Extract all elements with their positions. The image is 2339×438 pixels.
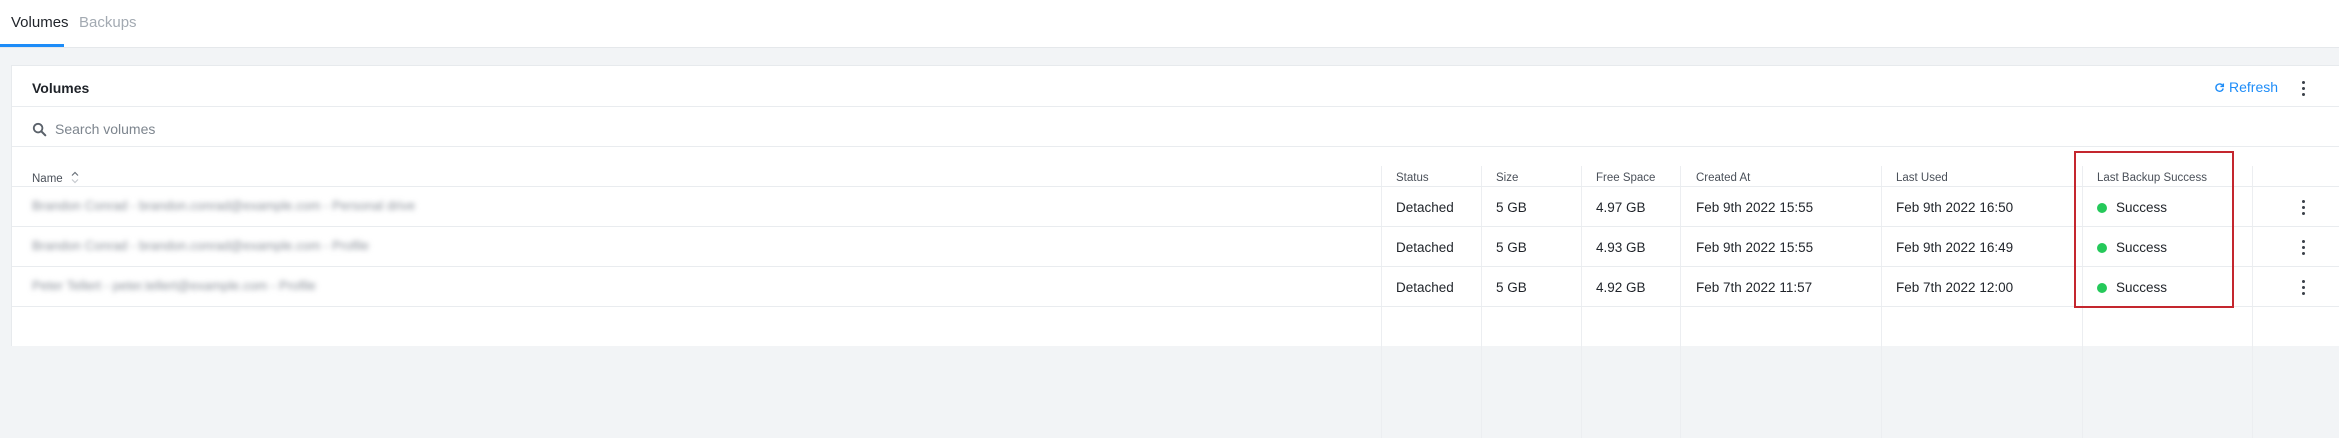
column-header-created-at[interactable]: Created At — [1696, 171, 1750, 185]
tab-backups[interactable]: Backups — [79, 14, 137, 32]
backup-status-label: Success — [2116, 280, 2168, 295]
volume-free-space: 4.97 GB — [1596, 200, 1646, 215]
volume-created-at: Feb 9th 2022 15:55 — [1696, 200, 1814, 215]
backup-status: Success — [2097, 280, 2167, 296]
more-vertical-icon — [2301, 239, 2305, 243]
volume-last-used: Feb 9th 2022 16:49 — [1896, 240, 2014, 255]
volume-name: Brandon Conrad - brandon.conrad@example.… — [32, 198, 416, 213]
volume-free-space: 4.92 GB — [1596, 280, 1646, 295]
backup-status: Success — [2097, 240, 2167, 256]
divider — [12, 106, 2339, 107]
column-header-name[interactable]: Name — [32, 171, 79, 186]
more-vertical-icon — [2301, 199, 2305, 203]
backup-status-label: Success — [2116, 240, 2168, 255]
volume-last-used: Feb 7th 2022 12:00 — [1896, 280, 2014, 295]
volume-created-at: Feb 9th 2022 15:55 — [1696, 240, 1814, 255]
column-header-last-used[interactable]: Last Used — [1896, 171, 1948, 185]
divider — [12, 306, 2339, 307]
more-vertical-icon — [2301, 80, 2305, 84]
search-input[interactable] — [55, 121, 455, 137]
volume-free-space: 4.93 GB — [1596, 240, 1646, 255]
active-tab-indicator — [0, 44, 64, 47]
more-vertical-icon — [2301, 279, 2305, 283]
panel-title: Volumes — [32, 80, 90, 96]
volume-name: Brandon Conrad - brandon.conrad@example.… — [32, 238, 369, 253]
volumes-panel: Volumes Refresh Name Status Size Free Sp — [11, 65, 2339, 438]
sort-icon[interactable] — [71, 171, 79, 184]
row-menu-button[interactable] — [2295, 237, 2311, 257]
success-status-dot — [2097, 283, 2107, 293]
success-status-dot — [2097, 243, 2107, 253]
row-menu-button[interactable] — [2295, 277, 2311, 297]
panel-menu-button[interactable] — [2295, 78, 2311, 98]
column-header-label: Name — [32, 173, 63, 185]
tab-volumes[interactable]: Volumes — [11, 14, 69, 32]
volume-status: Detached — [1396, 240, 1454, 255]
search-icon — [32, 122, 47, 136]
row-menu-button[interactable] — [2295, 197, 2311, 217]
volume-name: Peter Tellert - peter.tellert@example.co… — [32, 278, 316, 293]
volume-size: 5 GB — [1496, 240, 1527, 255]
volume-size: 5 GB — [1496, 280, 1527, 295]
backup-status-label: Success — [2116, 200, 2168, 215]
table-row[interactable]: Peter Tellert - peter.tellert@example.co… — [12, 267, 2339, 307]
volume-last-used: Feb 9th 2022 16:50 — [1896, 200, 2014, 215]
refresh-label: Refresh — [2229, 79, 2279, 95]
success-status-dot — [2097, 203, 2107, 213]
table-row[interactable]: Brandon Conrad - brandon.conrad@example.… — [12, 227, 2339, 267]
volume-status: Detached — [1396, 280, 1454, 295]
column-header-status[interactable]: Status — [1396, 171, 1429, 185]
volume-size: 5 GB — [1496, 200, 1527, 215]
column-header-last-backup[interactable]: Last Backup Success — [2097, 171, 2207, 185]
search-bar — [32, 118, 632, 140]
refresh-icon — [2215, 82, 2225, 92]
volume-created-at: Feb 7th 2022 11:57 — [1696, 280, 1813, 295]
table-row[interactable]: Brandon Conrad - brandon.conrad@example.… — [12, 187, 2339, 227]
refresh-button[interactable]: Refresh — [2214, 79, 2278, 95]
tab-bar: Volumes Backups — [0, 0, 2339, 48]
column-header-free-space[interactable]: Free Space — [1596, 171, 1655, 185]
volume-status: Detached — [1396, 200, 1454, 215]
backup-status: Success — [2097, 200, 2167, 216]
divider — [12, 146, 2339, 147]
column-header-size[interactable]: Size — [1496, 171, 1518, 185]
